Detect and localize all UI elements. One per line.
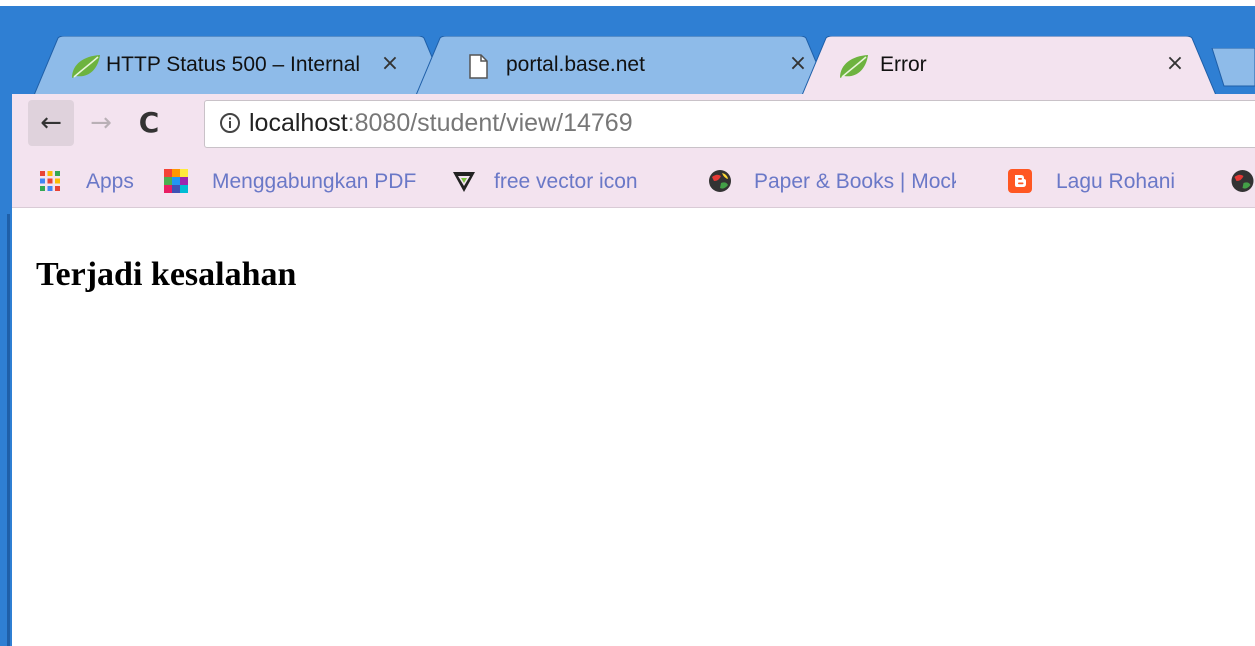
bookmark-label: Lagu Rohani [1056, 170, 1176, 193]
tab-title: portal.base.net [506, 53, 645, 76]
tab-strip: HTTP Status 500 – Internal Server Error … [12, 36, 1255, 100]
tab-error-active[interactable]: Error × [800, 36, 1218, 100]
tab-close-button[interactable]: × [378, 52, 402, 76]
globe-icon [709, 170, 731, 192]
bookmark-label: Apps [86, 170, 134, 193]
page-content: Terjadi kesalahan [12, 208, 1255, 646]
globe-icon[interactable] [1230, 169, 1255, 193]
bookmark-paper-books[interactable]: Paper & Books | Mockup [708, 169, 956, 195]
tab-title: HTTP Status 500 – Internal Server Error [106, 53, 362, 76]
bookmark-menggabungkan-pdf[interactable]: Menggabungkan PDF [164, 169, 436, 195]
new-tab-button[interactable] [1204, 48, 1255, 100]
tab-title: Error [880, 53, 927, 76]
bookmark-apps[interactable]: Apps [38, 169, 148, 195]
url-text[interactable]: localhost:8080/student/view/14769 [249, 109, 633, 138]
address-bar[interactable]: localhost:8080/student/view/14769 [204, 100, 1255, 148]
bookmark-lagu-rohani[interactable]: Lagu Rohani [1008, 169, 1198, 195]
window-left-edge [7, 214, 10, 646]
bookmark-label: free vector icon [494, 170, 638, 193]
bookmark-label: Paper & Books | Mockup [754, 170, 956, 193]
tab-http-status-500[interactable]: HTTP Status 500 – Internal Server Error … [32, 36, 450, 100]
spring-leaf-icon [72, 55, 100, 78]
bookmark-label: Menggabungkan PDF [212, 170, 417, 193]
vector-logo-icon [453, 172, 475, 192]
error-heading: Terjadi kesalahan [36, 256, 297, 293]
spring-leaf-icon [840, 55, 868, 78]
navigation-toolbar: ← → C localhost:8080/student/view/14769 [12, 94, 1255, 156]
tab-portal-base-net[interactable]: portal.base.net × [414, 36, 832, 100]
reload-icon[interactable]: C [126, 100, 172, 146]
back-arrow-icon[interactable]: ← [28, 100, 74, 146]
window-left-border [0, 6, 12, 646]
info-icon[interactable] [219, 112, 241, 134]
bookmark-free-vector-icon[interactable]: free vector icon [452, 169, 692, 195]
blogger-icon [1008, 169, 1032, 193]
color-blocks-icon [164, 169, 188, 193]
tab-close-button[interactable]: × [1163, 52, 1187, 76]
forward-arrow-icon[interactable]: → [78, 100, 124, 146]
url-path: :8080/student/view/14769 [347, 109, 633, 137]
bookmarks-bar: Apps Menggabungkan PDF free vector icon … [12, 156, 1255, 208]
url-host: localhost [249, 109, 348, 137]
page-icon [469, 54, 488, 79]
apps-grid-icon [40, 171, 60, 191]
